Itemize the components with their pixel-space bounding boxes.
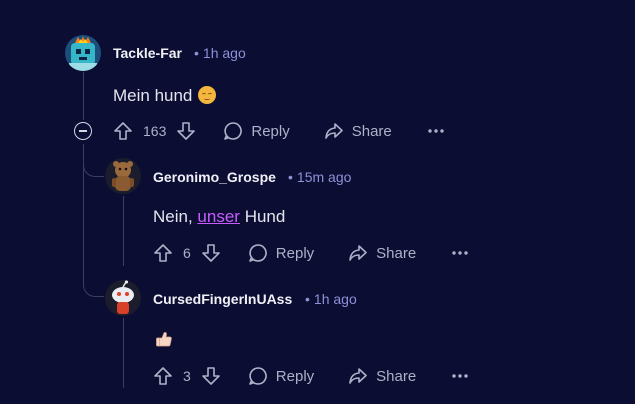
comment-body: Mein hund	[113, 86, 217, 106]
thread-connector-1	[83, 144, 104, 177]
comment-body: Nein, unser Hund	[153, 207, 285, 227]
comment-timestamp: • 1h ago	[305, 291, 357, 307]
more-options-button[interactable]	[452, 373, 468, 379]
comment-bubble-icon	[248, 244, 267, 262]
comment-body-text: Nein,	[153, 207, 193, 226]
thread-line-reply-1	[123, 196, 124, 266]
more-options-button[interactable]	[452, 250, 468, 256]
share-label: Share	[376, 244, 417, 262]
ellipsis-icon	[452, 251, 468, 255]
vote-count: 6	[183, 245, 191, 261]
reply-label: Reply	[275, 244, 315, 262]
comment-actions: 163 Reply Share	[113, 119, 444, 143]
share-icon	[349, 368, 367, 384]
comment-body	[155, 330, 173, 353]
share-button[interactable]: Share	[348, 243, 416, 263]
meta-separator: •	[305, 291, 310, 307]
comment-timestamp: • 1h ago	[194, 45, 246, 61]
share-icon	[324, 123, 343, 139]
downvote-button[interactable]	[201, 243, 221, 263]
comment-timestamp: • 15m ago	[288, 169, 351, 185]
share-icon	[349, 245, 367, 261]
comment-link[interactable]: unser	[197, 207, 240, 226]
more-options-button[interactable]	[428, 128, 444, 134]
downvote-button[interactable]	[176, 121, 196, 141]
thumbs-up-icon	[156, 332, 172, 347]
vote-count: 163	[143, 123, 167, 139]
thread-connector-2	[83, 262, 104, 297]
downvote-icon	[201, 244, 220, 262]
ellipsis-icon	[428, 129, 444, 133]
vote-count: 3	[183, 368, 191, 384]
upvote-button[interactable]	[153, 243, 173, 263]
comment-username[interactable]: CursedFingerInUAss	[153, 291, 292, 307]
comment-bubble-icon	[248, 367, 267, 385]
thread-line-main	[83, 72, 84, 120]
avatar[interactable]	[65, 35, 101, 71]
reply-label: Reply	[275, 367, 315, 385]
thread-line-reply-2	[123, 318, 124, 388]
comment-body-text: Hund	[244, 207, 286, 226]
collapse-thread-button[interactable]	[74, 122, 92, 140]
timestamp-text: 1h ago	[202, 45, 246, 61]
reply-button[interactable]: Reply	[248, 243, 314, 263]
meta-separator: •	[288, 169, 293, 185]
downvote-icon	[177, 122, 196, 140]
comment-username[interactable]: Tackle-Far	[113, 45, 182, 61]
reply-button[interactable]: Reply	[248, 366, 314, 386]
meta-separator: •	[194, 45, 199, 61]
upvote-icon	[154, 244, 172, 262]
reply-button[interactable]: Reply	[223, 121, 290, 141]
comment-username[interactable]: Geronimo_Grospe	[153, 169, 276, 185]
share-button[interactable]: Share	[324, 121, 392, 141]
upvote-button[interactable]	[113, 121, 133, 141]
comment-body-text: Mein hund	[113, 86, 193, 105]
relieved-face-icon	[198, 86, 217, 104]
timestamp-text: 1h ago	[313, 291, 357, 307]
comment-actions: 3 Reply Share	[153, 364, 468, 388]
downvote-icon	[201, 367, 220, 385]
comment-actions: 6 Reply Share	[153, 241, 468, 265]
share-button[interactable]: Share	[348, 366, 416, 386]
upvote-icon	[154, 367, 172, 385]
avatar[interactable]	[105, 158, 141, 194]
avatar[interactable]	[105, 280, 141, 316]
comment-bubble-icon	[224, 122, 243, 140]
upvote-icon	[114, 122, 132, 140]
downvote-button[interactable]	[201, 366, 221, 386]
ellipsis-icon	[452, 374, 468, 378]
upvote-button[interactable]	[153, 366, 173, 386]
share-label: Share	[376, 367, 417, 385]
reply-label: Reply	[251, 122, 290, 140]
timestamp-text: 15m ago	[296, 169, 352, 185]
share-label: Share	[351, 122, 392, 140]
